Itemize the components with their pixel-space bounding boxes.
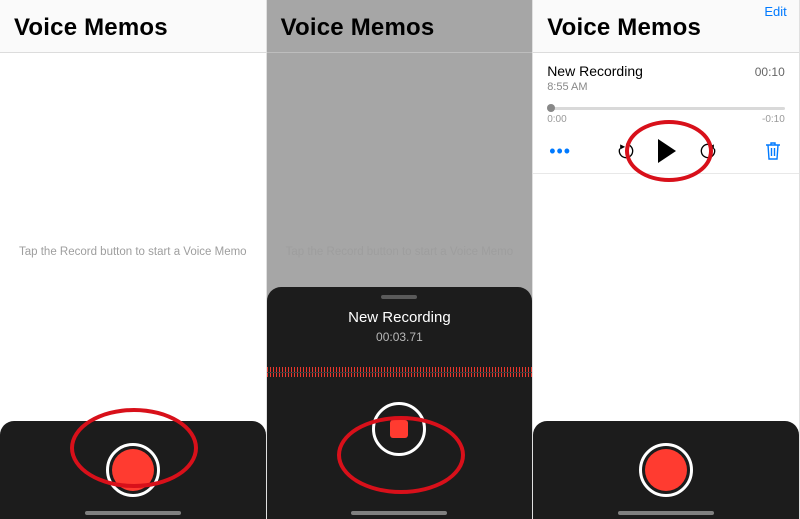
skip-forward-icon[interactable] — [698, 141, 718, 161]
recording-cell[interactable]: New Recording 00:10 8:55 AM 0:00 -0:10 •… — [533, 53, 799, 174]
recording-title: New Recording — [547, 63, 643, 79]
empty-hint: Tap the Record button to start a Voice M… — [267, 246, 533, 258]
stop-icon — [390, 420, 408, 438]
scrubber-times: 0:00 -0:10 — [547, 114, 785, 125]
recording-sheet: New Recording 00:03.71 — [267, 287, 533, 519]
empty-hint: Tap the Record button to start a Voice M… — [0, 246, 266, 258]
scrubber[interactable] — [547, 107, 785, 110]
screen-recording: Voice Memos Tap the Record button to sta… — [267, 0, 534, 519]
app-title: Voice Memos — [547, 14, 785, 42]
header: Voice Memos — [533, 0, 799, 53]
header: Voice Memos — [0, 0, 266, 53]
recording-duration: 00:10 — [755, 65, 785, 79]
stop-button[interactable] — [372, 402, 426, 456]
recording-elapsed: 00:03.71 — [267, 330, 533, 344]
record-bar — [0, 421, 266, 519]
recording-title: New Recording — [267, 309, 533, 326]
header: Voice Memos — [267, 0, 533, 53]
home-indicator[interactable] — [351, 511, 447, 515]
app-title: Voice Memos — [14, 14, 252, 42]
home-indicator[interactable] — [85, 511, 181, 515]
screen-playback: Edit Voice Memos New Recording 00:10 8:5… — [533, 0, 800, 519]
home-indicator[interactable] — [618, 511, 714, 515]
record-button[interactable] — [106, 443, 160, 497]
scrub-start: 0:00 — [547, 114, 566, 125]
skip-back-icon[interactable] — [616, 141, 636, 161]
record-button[interactable] — [639, 443, 693, 497]
recording-timestamp: 8:55 AM — [547, 81, 785, 93]
record-icon — [112, 449, 154, 491]
app-title: Voice Memos — [281, 14, 519, 42]
screen-idle: Voice Memos Tap the Record button to sta… — [0, 0, 267, 519]
more-button[interactable]: ••• — [549, 141, 571, 162]
playback-controls: ••• — [547, 139, 785, 163]
record-icon — [645, 449, 687, 491]
record-bar — [533, 421, 799, 519]
edit-button[interactable]: Edit — [760, 0, 790, 23]
sheet-grabber[interactable] — [381, 295, 417, 299]
trash-button[interactable] — [763, 140, 783, 162]
waveform[interactable] — [267, 364, 533, 380]
play-button[interactable] — [658, 139, 676, 163]
scrubber-knob[interactable] — [547, 104, 555, 112]
scrub-remaining: -0:10 — [762, 114, 785, 125]
